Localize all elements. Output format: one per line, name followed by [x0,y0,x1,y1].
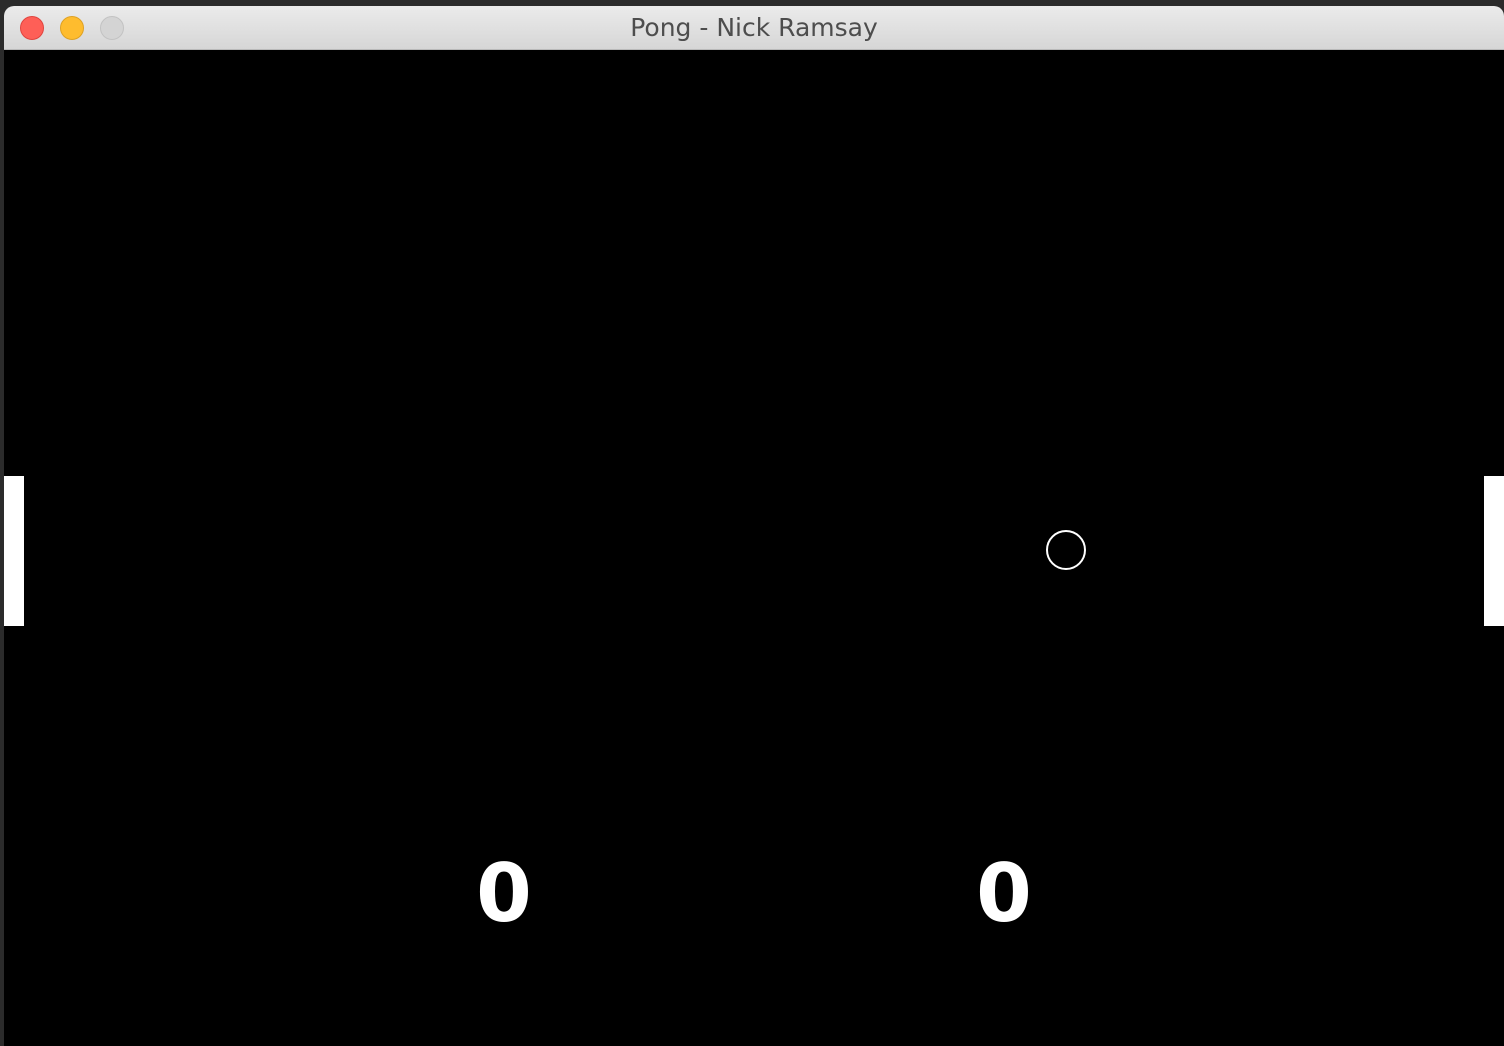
game-canvas[interactable]: 0 0 [4,50,1504,1046]
right-paddle [1484,476,1504,626]
title-bar[interactable]: Pong - Nick Ramsay [4,6,1504,50]
left-paddle [4,476,24,626]
right-score: 0 [976,847,1032,940]
app-window: Pong - Nick Ramsay 0 0 [4,6,1504,1046]
window-title: Pong - Nick Ramsay [630,13,878,42]
ball [1046,530,1086,570]
left-score: 0 [476,847,532,940]
